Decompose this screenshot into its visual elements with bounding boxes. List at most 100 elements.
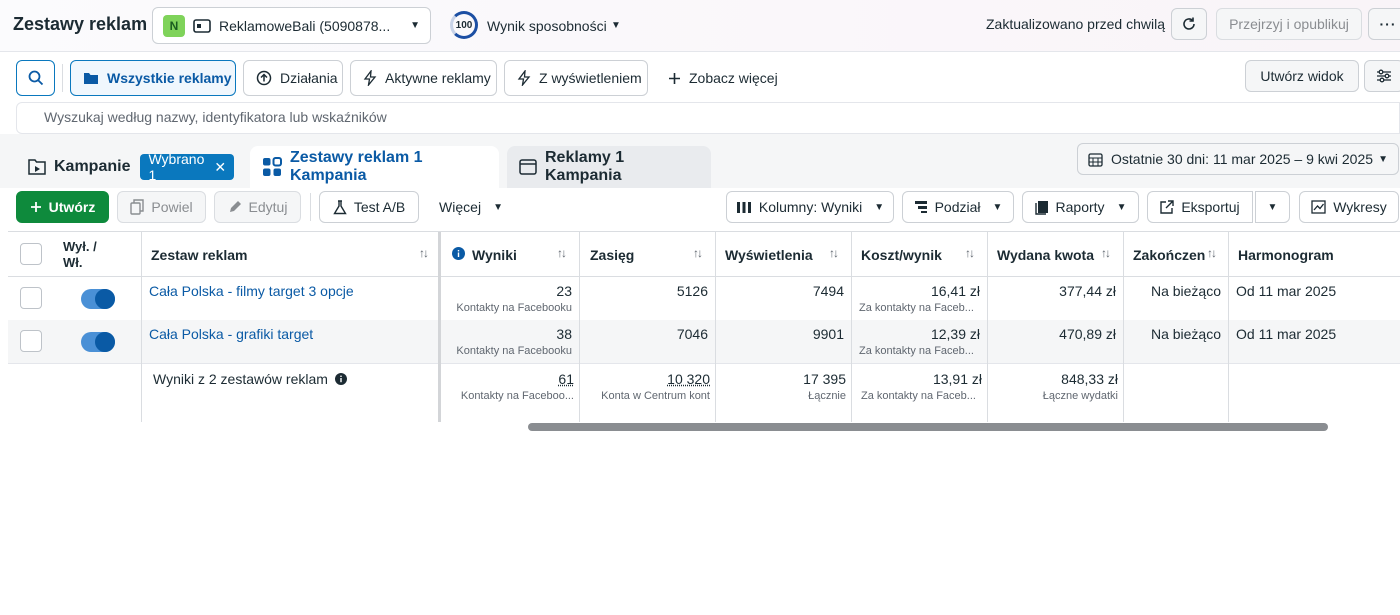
more-options-button[interactable]: ··· <box>1368 8 1400 40</box>
sort-icon[interactable]: ↑↓ <box>557 246 567 260</box>
level-tabs: Kampanie Wybrano 1 ✕ Zestawy reklam 1 Ka… <box>0 134 1400 188</box>
filter-active-ads-label: Aktywne reklamy <box>385 70 491 86</box>
ab-test-label: Test A/B <box>353 199 406 215</box>
account-name: ReklamoweBali (5090878... <box>219 17 391 34</box>
sort-icon[interactable]: ↑↓ <box>829 246 839 260</box>
reports-label: Raporty <box>1055 199 1105 215</box>
filter-all-ads[interactable]: Wszystkie reklamy <box>70 60 236 96</box>
create-view-button[interactable]: Utwórz widok <box>1245 60 1359 92</box>
date-range-picker[interactable]: Ostatnie 30 dni: 11 mar 2025 – 9 kwi 202… <box>1077 143 1399 175</box>
tab-adsets-label: Zestawy reklam 1 Kampania <box>290 149 423 184</box>
row-checkbox[interactable] <box>20 287 42 309</box>
review-publish-button[interactable]: Przejrzyj i opublikuj <box>1216 8 1362 40</box>
export-options-button[interactable]: ▼ <box>1255 191 1290 223</box>
column-header-amount-spent[interactable]: Wydana kwota <box>997 232 1097 277</box>
column-header-impressions[interactable]: Wyświetlenia <box>725 232 825 277</box>
view-settings-button[interactable] <box>1364 60 1400 92</box>
tab-adsets[interactable]: Zestawy reklam 1 Kampania <box>250 146 499 188</box>
chevron-down-icon[interactable]: ▼ <box>611 20 621 31</box>
breakdown-icon <box>914 200 928 214</box>
sort-icon[interactable]: ↑↓ <box>419 246 429 260</box>
create-button[interactable]: Utwórz <box>16 191 109 223</box>
copy-icon <box>130 199 145 215</box>
column-divider <box>851 232 852 422</box>
close-icon[interactable]: ✕ <box>214 159 226 176</box>
chevron-down-icon: ▼ <box>992 201 1003 213</box>
divider <box>310 193 311 221</box>
summary-amount-spent-value: 848,33 zł <box>1061 371 1118 387</box>
plus-icon <box>30 201 42 213</box>
columns-button[interactable]: Kolumny: Wyniki ▼ <box>726 191 894 223</box>
columns-label: Kolumny: Wyniki <box>758 199 863 215</box>
sort-icon[interactable]: ↑↓ <box>693 246 703 260</box>
more-actions-button[interactable]: Więcej ▼ <box>431 191 511 223</box>
tab-campaigns[interactable]: Kampanie Wybrano 1 ✕ <box>16 146 244 188</box>
adset-name-link[interactable]: Cała Polska - grafiki target <box>149 326 313 342</box>
filter-active-ads[interactable]: Aktywne reklamy <box>350 60 497 96</box>
see-more-filters-button[interactable]: Zobacz więcej <box>656 60 786 96</box>
sort-icon[interactable]: ↑↓ <box>1207 246 1217 260</box>
chart-icon <box>1311 200 1326 214</box>
column-divider <box>987 232 988 422</box>
adset-name-link[interactable]: Cała Polska - filmy target 3 opcje <box>149 283 354 299</box>
info-icon[interactable] <box>334 372 347 388</box>
column-header-results[interactable]: Wyniki <box>472 232 552 277</box>
selected-filter-chip[interactable]: Wybrano 1 ✕ <box>140 151 235 183</box>
adset-toggle[interactable] <box>81 289 115 309</box>
more-actions-label: Więcej <box>439 199 482 215</box>
column-divider <box>579 232 580 422</box>
column-divider <box>715 232 716 422</box>
reports-button[interactable]: Raporty ▼ <box>1022 191 1139 223</box>
breakdown-button[interactable]: Podział ▼ <box>902 191 1014 223</box>
page-title: Zestawy reklam <box>13 14 148 34</box>
table-row[interactable]: Cała Polska - grafiki target 38 Kontakty… <box>8 320 1400 363</box>
results-type: Kontakty na Facebooku <box>456 302 572 314</box>
reach-value: 7046 <box>676 326 708 342</box>
edit-label: Edytuj <box>248 199 288 215</box>
refresh-button[interactable] <box>1171 8 1207 40</box>
edit-button[interactable]: Edytuj <box>214 191 301 223</box>
chevron-down-icon: ▼ <box>410 20 420 31</box>
summary-row: Wyniki z 2 zestawów reklam 61 Kontakty n… <box>8 363 1400 422</box>
create-label: Utwórz <box>48 199 96 215</box>
lightning-icon <box>517 70 531 86</box>
column-header-reach[interactable]: Zasięg <box>590 232 680 277</box>
search-input[interactable] <box>44 109 944 125</box>
export-label: Eksportuj <box>1181 199 1240 215</box>
row-checkbox[interactable] <box>20 330 42 352</box>
select-all-checkbox[interactable] <box>20 243 42 265</box>
charts-label: Wykresy <box>1333 199 1387 215</box>
charts-button[interactable]: Wykresy <box>1299 191 1399 223</box>
filter-actions[interactable]: Działania <box>243 60 343 96</box>
filter-with-impressions[interactable]: Z wyświetleniem <box>504 60 648 96</box>
cost-per-result-type: Za kontakty na Faceb... <box>859 345 974 357</box>
opportunity-score-label[interactable]: Wynik sposobności <box>487 18 607 34</box>
export-button[interactable]: Eksportuj <box>1147 191 1253 223</box>
opportunity-score-gauge[interactable]: 100 <box>450 11 478 39</box>
tab-ads[interactable]: Reklamy 1 Kampania <box>507 146 711 188</box>
ad-icon <box>519 159 537 175</box>
adset-toggle[interactable] <box>81 332 115 352</box>
filter-sliders-icon <box>1377 69 1391 83</box>
column-header-ends[interactable]: Zakończenie <box>1133 232 1205 277</box>
column-header-adset[interactable]: Zestaw reklam <box>151 232 411 277</box>
account-selector[interactable]: N ReklamoweBali (5090878... ▼ <box>152 7 431 44</box>
sort-icon[interactable]: ↑↓ <box>1101 246 1111 260</box>
column-header-onoff[interactable]: Wył. / Wł. <box>63 232 143 277</box>
frozen-column-divider[interactable] <box>438 232 441 422</box>
info-icon[interactable] <box>452 247 465 263</box>
column-header-cost-per-result[interactable]: Koszt/wynik <box>861 232 961 277</box>
column-header-schedule[interactable]: Harmonogram <box>1238 232 1388 277</box>
sort-icon[interactable]: ↑↓ <box>965 246 975 260</box>
filter-with-impressions-label: Z wyświetleniem <box>539 70 642 86</box>
table-row[interactable]: Cała Polska - filmy target 3 opcje 23 Ko… <box>8 277 1400 320</box>
breakdown-label: Podział <box>934 199 981 215</box>
search-toggle-button[interactable] <box>16 60 55 96</box>
search-bar <box>16 102 1400 134</box>
column-divider <box>141 232 142 422</box>
horizontal-scrollbar[interactable] <box>528 423 1328 431</box>
ab-test-button[interactable]: Test A/B <box>319 191 419 223</box>
summary-amount-spent-type: Łączne wydatki <box>1042 390 1118 402</box>
duplicate-button[interactable]: Powiel <box>117 191 206 223</box>
refresh-icon <box>1183 17 1195 30</box>
